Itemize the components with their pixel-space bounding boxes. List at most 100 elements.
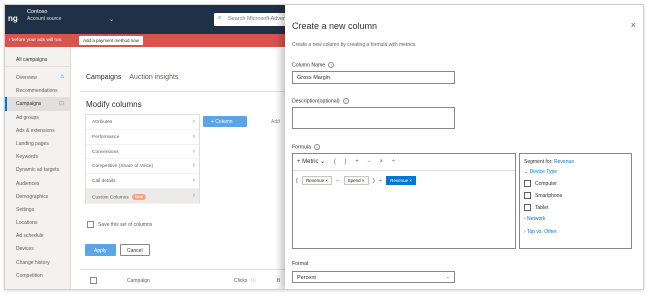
add-column-button[interactable]: + Column xyxy=(203,116,247,127)
main-content: Campaigns Auction insights Modify column… xyxy=(71,47,285,289)
info-icon[interactable]: ? xyxy=(328,62,335,68)
description-textarea[interactable] xyxy=(292,107,455,129)
segment-option-tablet[interactable]: Tablet xyxy=(524,204,548,211)
open-paren-button[interactable]: ( xyxy=(334,159,336,165)
segment-option-label: Smartphone xyxy=(535,192,563,199)
sidebar-item-campaigns[interactable]: Campaigns ⊡ xyxy=(5,97,70,111)
column-header-budget[interactable]: B xyxy=(277,278,280,284)
save-columns-checkbox[interactable] xyxy=(87,221,94,228)
info-icon[interactable]: ? xyxy=(342,98,349,104)
segment-option-smartphone[interactable]: Smartphone xyxy=(524,192,562,199)
segment-metric-link[interactable]: Revenue xyxy=(554,159,574,165)
chevron-right-icon: › xyxy=(192,132,195,140)
column-header-campaign[interactable]: Campaign xyxy=(127,278,150,284)
metric-chip-spend[interactable]: Spend × xyxy=(343,176,369,185)
top-vs-other-toggle[interactable]: › Top vs. Other xyxy=(524,229,557,235)
add-link[interactable]: Add xyxy=(271,119,280,125)
add-metric-button[interactable]: + Metric ⌄ xyxy=(297,159,325,165)
campaign-table-header: Campaign Clicks ⓘ B xyxy=(80,269,285,289)
sidebar-item-dynamic-ad-targets[interactable]: Dynamic ad targets xyxy=(5,163,70,176)
chevron-down-icon[interactable]: ⌄ xyxy=(109,16,114,23)
app-frame: ng Contoso Account source ⌄ ⌕ Search Mic… xyxy=(4,4,644,290)
apply-button[interactable]: Apply xyxy=(85,244,116,256)
close-icon[interactable]: × xyxy=(631,20,636,30)
sidebar-item-competition[interactable]: Competition xyxy=(5,269,70,282)
sidebar-item-label: Change history xyxy=(16,259,50,266)
formula-editor[interactable]: + Metric ⌄ ( ) + − × ÷ ( Revenue × − Spe… xyxy=(292,153,516,249)
sidebar-item-locations[interactable]: Locations xyxy=(5,216,70,229)
chevron-right-icon: › xyxy=(192,162,195,170)
column-category-custom-columns[interactable]: Custom Columns New › xyxy=(86,188,199,204)
plus-button[interactable]: + xyxy=(355,159,359,165)
alert-text: ı before your ads will run. xyxy=(9,38,63,43)
segment-title-prefix: Segment for: xyxy=(524,159,555,165)
sidebar-item-label: Competition xyxy=(16,272,43,279)
create-column-panel: Create a new column × Create a new colum… xyxy=(285,5,643,289)
segment-panel: Segment for: Revenue ⌄ Device Type Compu… xyxy=(519,153,632,249)
tab-bar: Campaigns Auction insights xyxy=(86,74,184,83)
tablet-checkbox[interactable] xyxy=(524,204,531,211)
column-category-call-details[interactable]: Call details › xyxy=(86,174,199,189)
cancel-button[interactable]: Cancel xyxy=(120,244,150,256)
sidebar-item-settings[interactable]: Settings xyxy=(5,203,70,216)
close-paren-button[interactable]: ) xyxy=(345,159,347,165)
chevron-right-icon: › xyxy=(192,177,195,185)
column-name-label-text: Column Name xyxy=(292,62,326,69)
sidebar-item-label: Ad schedule xyxy=(16,233,44,240)
formula-expression[interactable]: ( Revenue × − Spend × ) ÷ Revenue × xyxy=(293,171,515,185)
multiply-button[interactable]: × xyxy=(380,159,384,165)
device-type-toggle[interactable]: ⌄ Device Type xyxy=(524,169,557,175)
sidebar-item-label: Campaigns xyxy=(16,101,42,108)
chevron-right-icon: › xyxy=(192,191,195,199)
sidebar-item-audiences[interactable]: Audiences xyxy=(5,177,70,190)
add-payment-button[interactable]: Add a payment method now xyxy=(79,36,144,45)
sidebar-item-label: Dynamic ad targets xyxy=(16,167,60,174)
smartphone-checkbox[interactable] xyxy=(524,192,531,199)
computer-checkbox[interactable] xyxy=(524,180,531,187)
divide-button[interactable]: ÷ xyxy=(392,159,395,165)
chevron-right-icon: › xyxy=(192,147,195,155)
sidebar-item-ad-schedule[interactable]: Ad schedule xyxy=(5,229,70,242)
column-category-label: Custom Columns xyxy=(92,195,129,201)
sidebar-nav: Overview ⌂ Recommendations Campaigns ⊡ Ad … xyxy=(5,67,70,282)
sidebar-item-demographics[interactable]: Demographics xyxy=(5,190,70,203)
save-columns-label: Save this set of columns xyxy=(98,222,153,228)
lock-icon: ⊡ xyxy=(58,101,64,108)
segment-option-computer[interactable]: Computer xyxy=(524,180,557,187)
select-all-checkbox[interactable] xyxy=(90,277,97,284)
all-campaigns-link[interactable]: All campaigns xyxy=(5,47,70,67)
formula-operator: ÷ xyxy=(379,178,382,184)
sidebar-item-recommendations[interactable]: Recommendations xyxy=(5,84,70,97)
segment-title: Segment for: Revenue xyxy=(524,159,574,165)
sidebar-item-ads-extensions[interactable]: Ads & extensions xyxy=(5,124,70,137)
tab-auction-insights[interactable]: Auction insights xyxy=(129,74,178,83)
sidebar-item-landing-pages[interactable]: Landing pages xyxy=(5,137,70,150)
sidebar-item-keywords[interactable]: Keywords xyxy=(5,150,70,163)
column-category-competitive[interactable]: Competitive (Share of Voice) › xyxy=(86,159,199,175)
formula-operator: − xyxy=(336,178,340,184)
sidebar-item-ad-groups[interactable]: Ad groups xyxy=(5,111,70,124)
sidebar-item-label: Overview xyxy=(16,75,37,81)
minus-button[interactable]: − xyxy=(367,159,371,165)
format-select[interactable]: Percent ⌄ xyxy=(292,271,455,283)
metric-chip-revenue-selected[interactable]: Revenue × xyxy=(386,176,417,185)
column-name-input[interactable]: Gross Margin xyxy=(292,71,455,84)
formula-paren: ) xyxy=(372,178,375,184)
column-category-attributes[interactable]: Attributes › xyxy=(86,115,199,130)
segment-option-label: Computer xyxy=(535,180,557,187)
sidebar-item-label: Audiences xyxy=(16,180,40,187)
sidebar-item-change-history[interactable]: Change history xyxy=(5,256,70,269)
sidebar-item-devices[interactable]: Devices xyxy=(5,242,70,255)
info-icon[interactable]: ? xyxy=(314,144,321,150)
column-header-clicks[interactable]: Clicks xyxy=(234,278,247,284)
tab-campaigns[interactable]: Campaigns xyxy=(86,74,121,83)
metric-chip-revenue[interactable]: Revenue × xyxy=(302,176,332,185)
sidebar-item-label: Locations xyxy=(16,220,38,227)
sidebar-item-overview[interactable]: Overview ⌂ xyxy=(5,71,70,84)
app-logo: ng xyxy=(8,14,18,23)
network-toggle[interactable]: › Network xyxy=(524,216,545,222)
column-category-conversions[interactable]: Conversions › xyxy=(86,145,199,160)
search-input[interactable]: ⌕ Search Microsoft Advert xyxy=(214,13,294,26)
account-switcher[interactable]: Contoso Account source xyxy=(27,9,61,23)
column-category-performance[interactable]: Performance › xyxy=(86,130,199,145)
